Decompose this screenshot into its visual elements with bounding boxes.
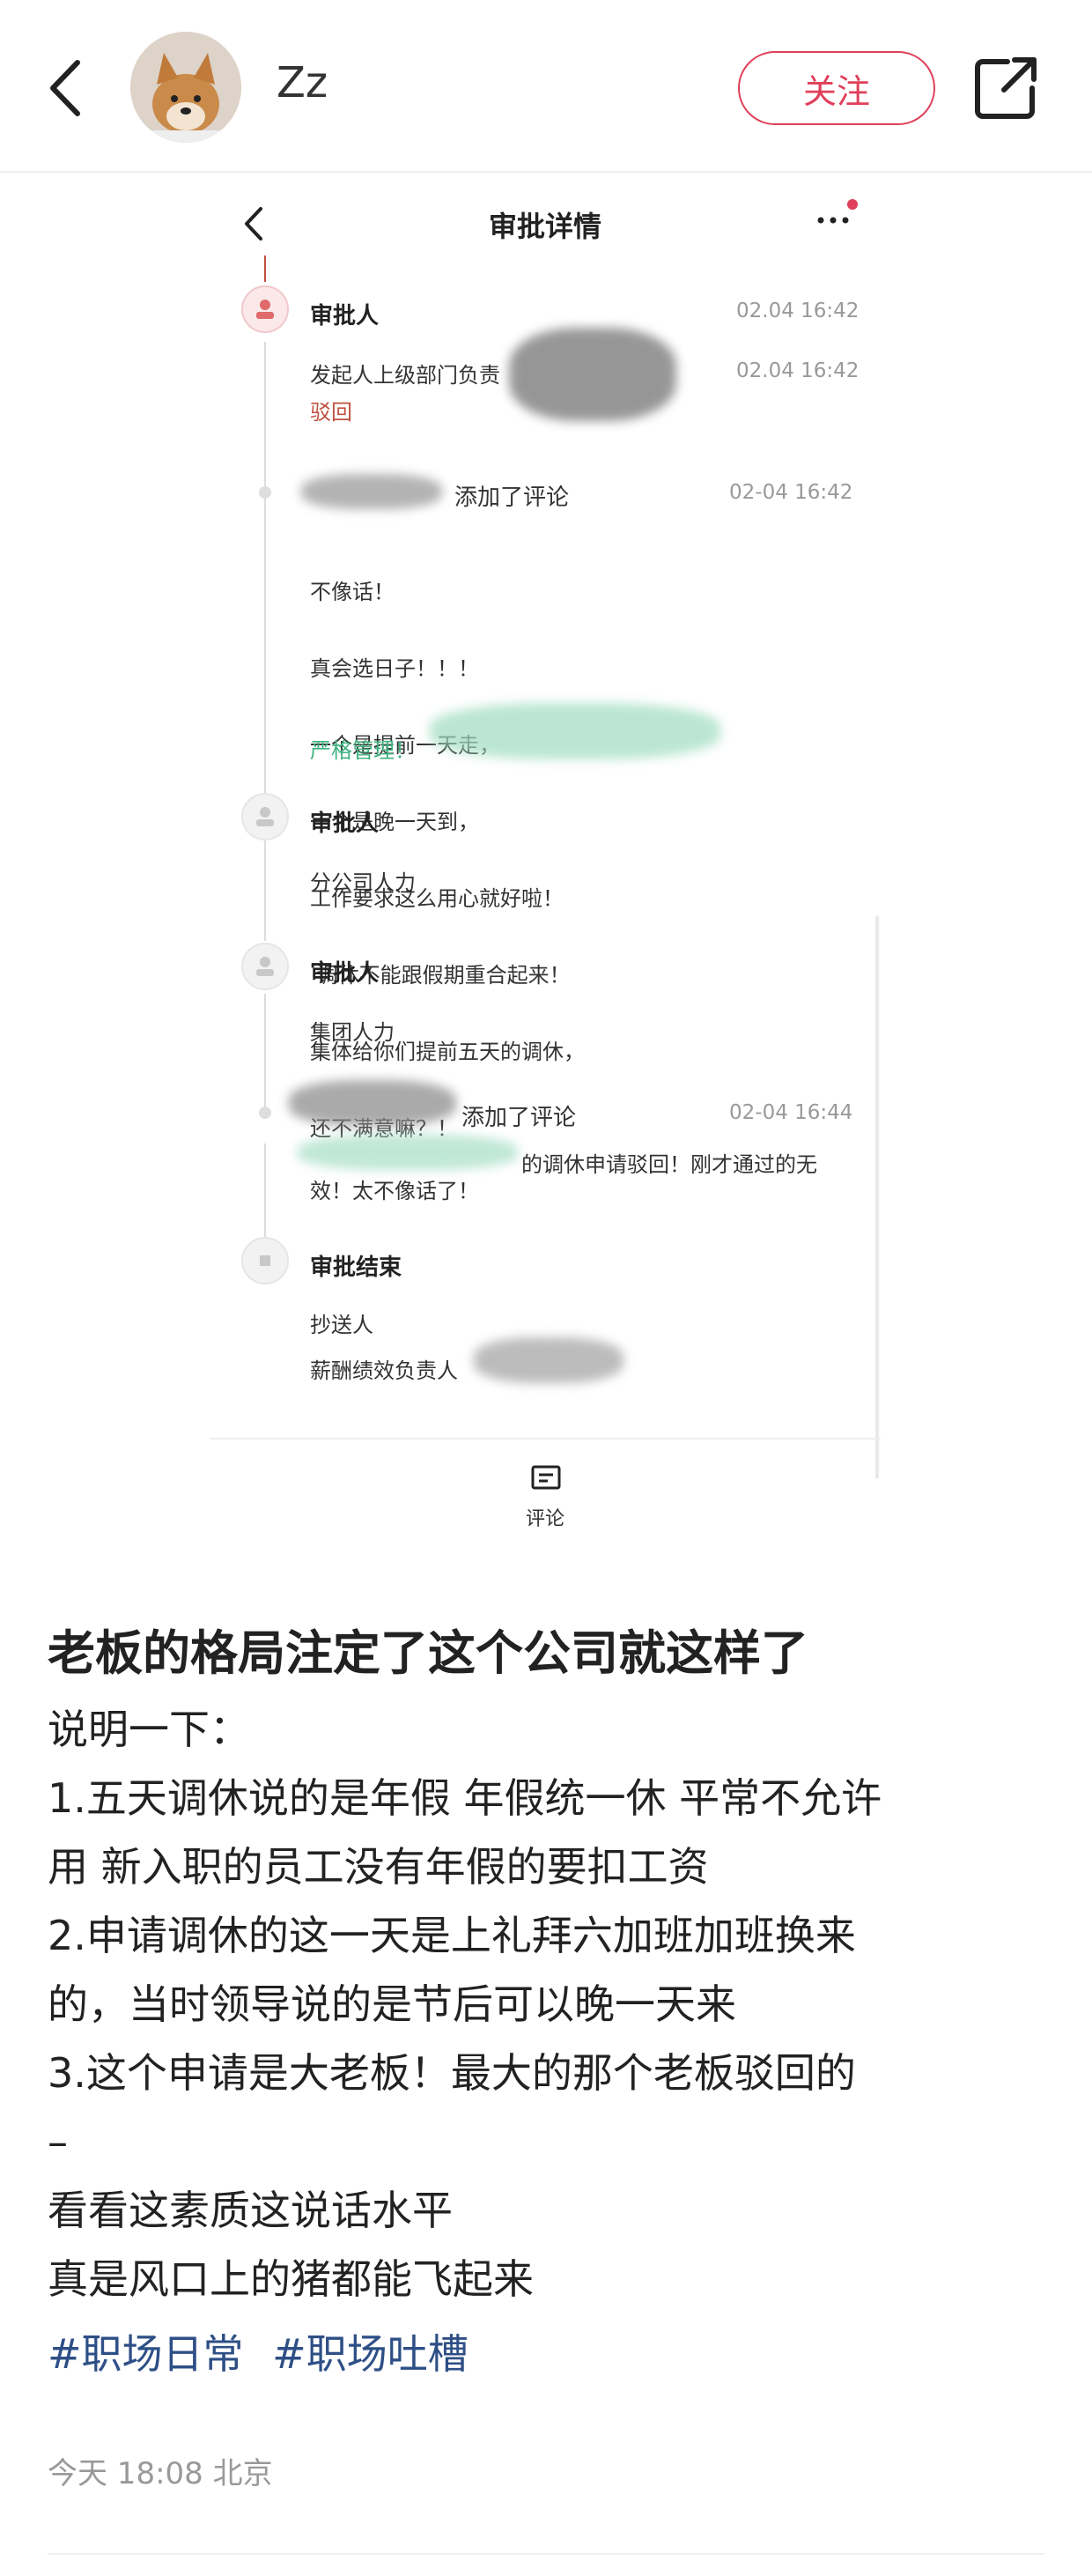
timeline-time: 02.04 16:42 bbox=[736, 359, 860, 382]
username[interactable]: Zz bbox=[277, 58, 328, 107]
timeline-line bbox=[264, 342, 266, 941]
timeline-line-text: 分公司人力 bbox=[310, 870, 416, 895]
redaction-mask bbox=[509, 328, 676, 421]
shiba-dog-icon bbox=[130, 32, 241, 143]
post-image[interactable]: 审批详情 审批人 02.04 16:42 发起人上级部门负责 02.04 16:… bbox=[210, 174, 881, 1549]
divider bbox=[48, 2553, 1044, 2555]
post-meta: 今天 18:08 北京 bbox=[48, 2456, 273, 2491]
hashtag-link[interactable]: #职场吐槽 bbox=[272, 2330, 469, 2378]
back-button[interactable] bbox=[39, 55, 92, 122]
timeline-line bbox=[264, 994, 266, 1117]
post-title: 老板的格局注定了这个公司就这样了 bbox=[48, 1625, 808, 1681]
post-body-line: – bbox=[48, 2118, 68, 2165]
timeline-time: 02-04 16:44 bbox=[729, 1101, 853, 1124]
follow-button[interactable]: 关注 bbox=[738, 51, 935, 125]
redaction-mask bbox=[298, 1135, 518, 1170]
timeline-line bbox=[264, 255, 266, 282]
approver-node bbox=[241, 943, 289, 990]
person-icon bbox=[256, 807, 274, 826]
more-icon bbox=[817, 199, 858, 224]
rejected-status: 驳回 bbox=[310, 400, 352, 425]
comment-text: 的调休申请驳回！刚才通过的无 bbox=[521, 1152, 817, 1177]
post-body-line: 1.五天调休说的是年假 年假统一休 平常不允许 bbox=[48, 1774, 882, 1822]
redaction-mask bbox=[301, 474, 442, 509]
timeline-role: 审批人 bbox=[310, 811, 380, 837]
hashtag-link[interactable]: #职场日常 bbox=[48, 2330, 244, 2378]
stop-icon bbox=[260, 1255, 270, 1266]
timeline-line-text: 发起人上级部门负责 bbox=[310, 363, 500, 388]
comment-line: 不像话！ bbox=[310, 580, 395, 604]
share-button[interactable] bbox=[972, 55, 1039, 122]
person-icon bbox=[256, 300, 274, 319]
hashtags: #职场日常 #职场吐槽 bbox=[48, 2322, 484, 2380]
timeline-line-text: 集团人力 bbox=[310, 1020, 395, 1045]
redaction-mask bbox=[474, 1337, 623, 1383]
comment-line: 真会选日子！！！ bbox=[310, 656, 479, 681]
post-body-line: 的，当时领导说的是节后可以晚一天来 bbox=[48, 1980, 736, 2028]
top-bar: Zz 关注 bbox=[0, 0, 1092, 173]
comment-highlight: 严格管理！ bbox=[310, 738, 416, 763]
post-body-line: 用 新入职的员工没有年假的要扣工资 bbox=[48, 1843, 709, 1891]
comment-label: 评论 bbox=[525, 1508, 564, 1530]
post-body-line: 真是风口上的猪都能飞起来 bbox=[48, 2255, 534, 2303]
timeline-role: 审批人 bbox=[310, 303, 380, 329]
comment-text: 效！太不像话了！ bbox=[310, 1179, 479, 1203]
post-body: 说明一下： 1.五天调休说的是年假 年假统一休 平常不允许 用 新入职的员工没有… bbox=[48, 1695, 1051, 2313]
person-icon bbox=[256, 957, 274, 976]
end-node bbox=[241, 1237, 289, 1284]
avatar[interactable] bbox=[130, 32, 241, 143]
comment-icon bbox=[531, 1465, 561, 1490]
comment-action: 添加了评论 bbox=[461, 1105, 577, 1131]
divider bbox=[210, 1438, 881, 1440]
comment-action: 添加了评论 bbox=[454, 485, 570, 511]
cc-line: 薪酬绩效负责人 bbox=[310, 1358, 458, 1383]
approver-node bbox=[241, 285, 289, 333]
post-body-line: 说明一下： bbox=[48, 1706, 250, 1753]
timeline-dot bbox=[259, 1107, 271, 1119]
timeline-time: 02-04 16:42 bbox=[729, 481, 853, 504]
timeline-time: 02.04 16:42 bbox=[736, 300, 860, 322]
scrollbar bbox=[875, 916, 879, 1478]
timeline-line bbox=[264, 1144, 266, 1249]
chevron-left-icon bbox=[50, 60, 80, 116]
share-icon bbox=[975, 57, 1037, 119]
timeline-dot bbox=[259, 486, 271, 499]
screenshot-title: 审批详情 bbox=[488, 210, 601, 243]
redaction-mask bbox=[430, 703, 720, 759]
timeline-role: 审批结束 bbox=[310, 1255, 402, 1281]
timeline-role: 审批人 bbox=[310, 960, 380, 987]
post-body-line: 看看这素质这说话水平 bbox=[48, 2187, 453, 2234]
approver-node bbox=[241, 793, 289, 840]
post-body-line: 3.这个申请是大老板！最大的那个老板驳回的 bbox=[48, 2049, 856, 2097]
cc-label: 抄送人 bbox=[310, 1313, 373, 1337]
post-body-line: 2.申请调休的这一天是上礼拜六加班加班换来 bbox=[48, 1912, 856, 1959]
redaction-mask bbox=[289, 1080, 456, 1126]
